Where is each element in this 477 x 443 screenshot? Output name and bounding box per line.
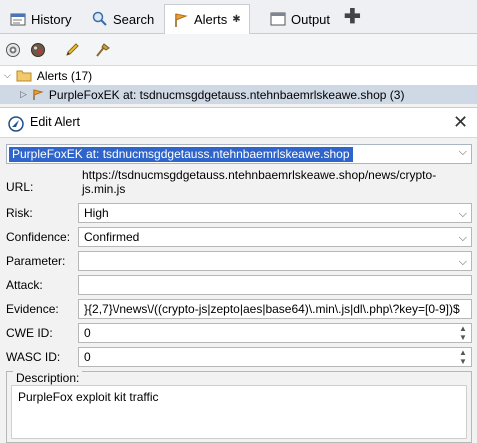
collapse-chevron-icon[interactable]: ▷ <box>20 89 27 100</box>
tab-search[interactable]: Search <box>84 4 162 34</box>
url-value: https://tsdnucmsgdgetauss.ntehnbaemrlske… <box>82 168 437 196</box>
alerts-tree: ⌵ Alerts (17) ▷ PurpleFoxEK at: tsdnucms… <box>0 66 477 104</box>
wasc-label: WASC ID: <box>6 350 61 364</box>
chevron-down-icon[interactable]: ▼ <box>456 333 470 342</box>
filter-button[interactable] <box>3 40 23 60</box>
broom-icon <box>96 43 110 57</box>
tab-alerts[interactable]: Alerts ✱ <box>164 4 250 34</box>
output-icon <box>270 12 286 26</box>
description-textarea[interactable]: PurpleFox exploit kit traffic <box>11 385 467 439</box>
flag-icon <box>33 88 44 100</box>
search-icon <box>92 11 107 26</box>
chevron-up-icon[interactable]: ▲ <box>456 348 470 357</box>
expand-chevron-icon[interactable]: ⌵ <box>4 70 11 81</box>
pencil-icon <box>66 43 79 56</box>
folder-icon <box>16 70 32 82</box>
confidence-label: Confidence: <box>6 230 71 244</box>
risk-value: High <box>84 206 109 220</box>
tree-root-label: Alerts (17) <box>36 68 93 83</box>
wasc-stepper[interactable]: ▲ ▼ <box>456 348 470 366</box>
dialog-titlebar: Edit Alert ✕ <box>0 108 477 138</box>
cwe-stepper[interactable]: ▲ ▼ <box>456 324 470 342</box>
cwe-label: CWE ID: <box>6 326 53 340</box>
alert-name-combo[interactable]: PurpleFoxEK at: tsdnucmsgdgetauss.ntehnb… <box>6 144 472 164</box>
tab-bar: History Search Alerts ✱ Output ✚ <box>0 0 477 34</box>
description-value: PurpleFox exploit kit traffic <box>18 390 159 404</box>
risk-label: Risk: <box>6 206 33 220</box>
chevron-down-icon[interactable]: ⌵ <box>459 205 467 222</box>
evidence-field[interactable]: }{2,7}\/news\/((crypto-js|zepto|aes|base… <box>78 299 472 319</box>
history-icon <box>10 13 26 26</box>
tab-search-label: Search <box>113 11 155 27</box>
description-group: Description: PurpleFox exploit kit traff… <box>6 371 472 443</box>
cwe-spinner[interactable]: 0 ▲ ▼ <box>78 323 472 343</box>
evidence-label: Evidence: <box>6 302 59 316</box>
dialog-title: Edit Alert <box>30 115 81 129</box>
tab-history[interactable]: History <box>2 4 79 34</box>
tree-root-alerts[interactable]: ⌵ Alerts (17) <box>0 66 92 85</box>
cwe-value: 0 <box>84 326 91 340</box>
pin-icon[interactable]: ✱ <box>232 14 240 25</box>
scan-icon <box>31 43 45 57</box>
edit-alert-button[interactable] <box>62 40 82 60</box>
url-label: URL: <box>6 180 34 194</box>
tree-item-label: PurpleFoxEK at: tsdnucmsgdgetauss.ntehnb… <box>48 87 405 102</box>
attack-field[interactable] <box>78 275 472 295</box>
parameter-combo[interactable]: ⌵ <box>78 251 472 271</box>
parameter-label: Parameter: <box>6 254 66 268</box>
wasc-spinner[interactable]: 0 ▲ ▼ <box>78 347 472 367</box>
target-icon <box>6 43 20 57</box>
close-icon[interactable]: ✕ <box>453 112 468 133</box>
app-logo-icon <box>8 116 24 132</box>
edit-alert-dialog: Edit Alert ✕ PurpleFoxEK at: tsdnucmsgdg… <box>0 107 477 443</box>
tab-output-label: Output <box>291 11 331 27</box>
evidence-value: }{2,7}\/news\/((crypto-js|zepto|aes|base… <box>84 302 460 316</box>
tree-item-selected-alert[interactable]: ▷ PurpleFoxEK at: tsdnucmsgdgetauss.nteh… <box>0 85 477 104</box>
risk-select[interactable]: High ⌵ <box>78 203 472 223</box>
toolbar <box>0 34 477 66</box>
chevron-up-icon[interactable]: ▲ <box>456 324 470 333</box>
confidence-select[interactable]: Confirmed ⌵ <box>78 227 472 247</box>
wasc-value: 0 <box>84 350 91 364</box>
tab-output[interactable]: Output <box>262 4 338 34</box>
alert-name-value: PurpleFoxEK at: tsdnucmsgdgetauss.ntehnb… <box>9 147 353 162</box>
tab-history-label: History <box>31 11 72 27</box>
add-tab-icon[interactable]: ✚ <box>344 7 361 27</box>
flag-icon <box>175 12 188 27</box>
confidence-value: Confirmed <box>84 230 140 244</box>
chevron-down-icon[interactable]: ▼ <box>456 357 470 366</box>
chevron-down-icon[interactable]: ⌵ <box>459 253 467 270</box>
scan-button[interactable] <box>28 40 48 60</box>
tab-alerts-label: Alerts <box>194 12 228 27</box>
tools-button[interactable] <box>92 40 112 60</box>
attack-label: Attack: <box>6 278 43 292</box>
chevron-down-icon[interactable]: ⌵ <box>459 229 467 246</box>
chevron-down-icon[interactable]: ⌵ <box>459 146 467 159</box>
description-label: Description: <box>13 371 83 385</box>
